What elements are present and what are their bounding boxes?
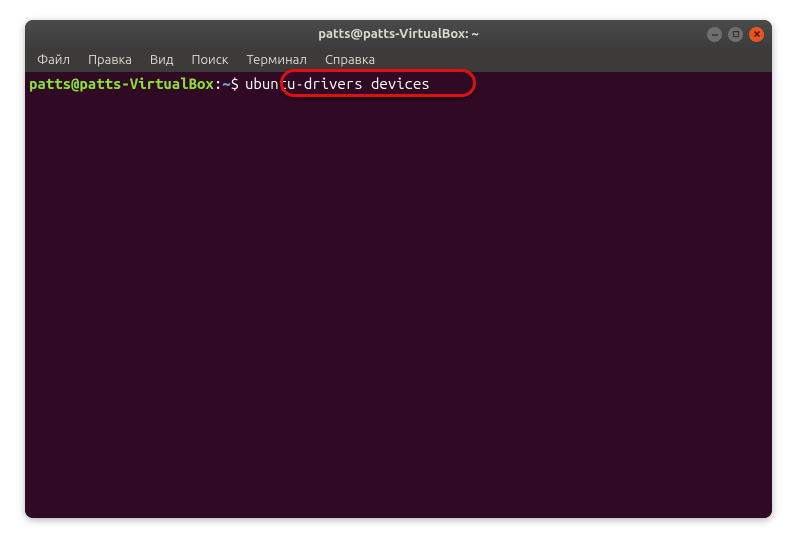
close-icon — [753, 30, 761, 38]
menubar: Файл Правка Вид Поиск Терминал Справка — [25, 48, 772, 72]
maximize-icon — [732, 30, 740, 38]
window-controls — [707, 27, 764, 42]
menu-search[interactable]: Поиск — [183, 51, 236, 69]
terminal-body[interactable]: patts@patts-VirtualBox:~$ ubuntu-drivers… — [25, 72, 772, 518]
menu-help[interactable]: Справка — [317, 51, 383, 69]
menu-terminal[interactable]: Терминал — [238, 51, 314, 69]
minimize-button[interactable] — [707, 27, 722, 42]
titlebar: patts@patts-VirtualBox: ~ — [25, 20, 772, 48]
menu-file[interactable]: Файл — [29, 51, 78, 69]
close-button[interactable] — [749, 27, 764, 42]
prompt-symbol: $ — [231, 74, 239, 94]
prompt-user-host: patts@patts-VirtualBox — [29, 74, 214, 94]
command-input: ubuntu-drivers devices — [245, 74, 430, 94]
terminal-window: patts@patts-VirtualBox: ~ Файл Правка Ви… — [25, 20, 772, 518]
window-title: patts@patts-VirtualBox: ~ — [318, 27, 479, 41]
minimize-icon — [711, 30, 719, 38]
prompt-path: ~ — [222, 74, 230, 94]
maximize-button[interactable] — [728, 27, 743, 42]
prompt-line: patts@patts-VirtualBox:~$ ubuntu-drivers… — [29, 74, 768, 94]
menu-edit[interactable]: Правка — [80, 51, 140, 69]
prompt-colon: : — [214, 74, 222, 94]
menu-view[interactable]: Вид — [142, 51, 182, 69]
